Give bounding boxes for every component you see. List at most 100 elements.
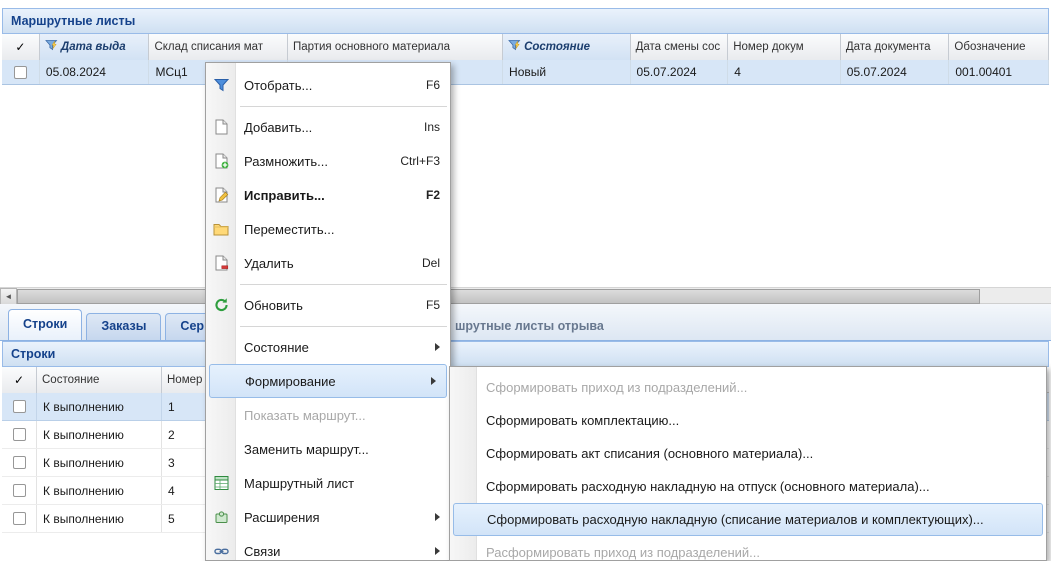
context-menu: Отобрать...F6 Добавить... Ins Размножить...… <box>205 62 451 561</box>
row-checkbox[interactable] <box>14 66 27 79</box>
add-document-icon <box>212 119 230 135</box>
line-cell-check <box>2 477 37 504</box>
app-root: Маршрутные листы ✓Дата выдаСклад списани… <box>0 0 1051 561</box>
column-label: Номер <box>167 374 202 386</box>
horizontal-scrollbar[interactable]: ◄ <box>0 287 1051 304</box>
line-cell-check <box>2 449 37 476</box>
menu-item-duplicate[interactable]: Размножить...Ctrl+F3 <box>206 144 450 178</box>
menu-item-label: Заменить маршрут... <box>244 442 369 457</box>
menu-item-edit[interactable]: Исправить...F2 <box>206 178 450 212</box>
menu-item-state[interactable]: Состояние <box>206 330 450 364</box>
line-cell-col-line-state: К выполнению <box>37 505 162 532</box>
cell-value: 3 <box>168 456 175 470</box>
row-checkbox[interactable] <box>13 484 26 497</box>
menu-item-label: Добавить... <box>244 120 312 135</box>
tab-route-sheets-tear-off-fragment[interactable]: шрутные листы отрыва <box>455 319 604 333</box>
menu-item-label: Формирование <box>245 374 336 389</box>
top-panel-header: Маршрутные листы <box>2 8 1049 34</box>
column-label: Склад списания мат <box>154 41 263 53</box>
row-checkbox[interactable] <box>13 428 26 441</box>
top-grid-header-col-writeoff-warehouse[interactable]: Склад списания мат <box>149 34 287 60</box>
top-grid-header-col-doc-date[interactable]: Дата документа <box>841 34 950 60</box>
cell-value: К выполнению <box>43 428 124 442</box>
submenu-item-form-expense-invoice[interactable]: Сформировать расходную накладную (списан… <box>453 503 1043 536</box>
top-grid-header-col-doc-number[interactable]: Номер докум <box>728 34 841 60</box>
menu-item-filter[interactable]: Отобрать...F6 <box>206 68 450 102</box>
menu-separator <box>206 322 450 330</box>
column-filter-icon <box>508 39 521 55</box>
route-sheet-cell-col-designation: 001.00401 <box>949 60 1049 84</box>
duplicate-document-icon <box>212 153 230 169</box>
menu-item-label: Сформировать приход из подразделений... <box>486 380 747 395</box>
scroll-left-button-icon[interactable]: ◄ <box>0 288 17 305</box>
cell-value: 4 <box>734 65 741 79</box>
menu-item-route-sheet[interactable]: Маршрутный лист <box>206 466 450 500</box>
column-label: ✓ <box>14 373 24 387</box>
submenu-item-unform-receipt-from-divisions: Расформировать приход из подразделений..… <box>450 536 1046 561</box>
route-sheet-row[interactable]: 05.08.2024МСц1Новый05.07.2024405.07.2024… <box>2 60 1049 85</box>
menu-item-formation[interactable]: Формирование <box>209 364 447 398</box>
submenu-arrow-icon <box>435 513 440 521</box>
menu-item-label: Состояние <box>244 340 309 355</box>
menu-item-delete[interactable]: Удалить Del <box>206 246 450 280</box>
menu-item-extensions[interactable]: Расширения <box>206 500 450 534</box>
tab-label: Заказы <box>101 319 146 333</box>
line-cell-col-line-state: К выполнению <box>37 449 162 476</box>
cell-value: 5 <box>168 512 175 526</box>
column-filter-icon <box>45 39 58 55</box>
bottom-grid-header-col-check[interactable]: ✓ <box>2 367 37 393</box>
top-grid-header-col-state-change-date[interactable]: Дата смены сос <box>631 34 729 60</box>
route-sheet-cell-col-check <box>2 60 40 84</box>
tab-orders[interactable]: Заказы <box>86 313 161 340</box>
menu-item-shortcut: F2 <box>426 188 440 202</box>
tab-label: Строки <box>23 317 67 331</box>
column-label: Состояние <box>42 374 99 386</box>
menu-item-links[interactable]: Связи <box>206 534 450 561</box>
menu-item-replace-route[interactable]: Заменить маршрут... <box>206 432 450 466</box>
line-cell-check <box>2 505 37 532</box>
menu-item-label: Расформировать приход из подразделений..… <box>486 545 760 560</box>
tab-lines[interactable]: Строки <box>8 309 82 340</box>
menu-item-add[interactable]: Добавить... Ins <box>206 110 450 144</box>
top-grid-header-col-check[interactable]: ✓ <box>2 34 40 60</box>
row-checkbox[interactable] <box>13 512 26 525</box>
cell-value: 05.07.2024 <box>847 65 907 79</box>
top-grid-header-col-issue-date[interactable]: Дата выда <box>40 34 150 60</box>
scrollbar-thumb[interactable] <box>17 289 980 304</box>
submenu-item-form-writeoff-act[interactable]: Сформировать акт списания (основного мат… <box>450 437 1046 470</box>
bottom-grid-header-col-line-state[interactable]: Состояние <box>37 367 162 393</box>
top-grid-header-col-designation[interactable]: Обозначение <box>949 34 1049 60</box>
column-label: Номер докум <box>733 41 803 53</box>
line-cell-check <box>2 421 37 448</box>
menu-item-label: Удалить <box>244 256 294 271</box>
top-grid-header-col-state[interactable]: Состояние <box>503 34 631 60</box>
route-sheet-cell-col-issue-date: 05.08.2024 <box>40 60 150 84</box>
menu-item-label: Переместить... <box>244 222 334 237</box>
row-checkbox[interactable] <box>13 456 26 469</box>
submenu-item-form-kitting[interactable]: Сформировать комплектацию... <box>450 404 1046 437</box>
column-label: Дата смены сос <box>636 41 721 53</box>
cell-value: Новый <box>509 65 546 79</box>
menu-item-label: Расширения <box>244 510 320 525</box>
top-grid-header-col-main-material-batch[interactable]: Партия основного материала <box>288 34 503 60</box>
line-cell-check <box>2 393 37 420</box>
column-label: Состояние <box>524 41 590 53</box>
column-label: Партия основного материала <box>293 41 450 53</box>
route-sheet-icon <box>212 476 230 491</box>
menu-item-move[interactable]: Переместить... <box>206 212 450 246</box>
menu-item-refresh[interactable]: ОбновитьF5 <box>206 288 450 322</box>
route-sheet-cell-col-doc-number: 4 <box>728 60 841 84</box>
column-label: Обозначение <box>954 41 1025 53</box>
menu-item-shortcut: Ins <box>424 120 440 134</box>
menu-item-label: Отобрать... <box>244 78 312 93</box>
column-label: Дата документа <box>846 41 931 53</box>
menu-item-label: Сформировать комплектацию... <box>486 413 679 428</box>
submenu-item-form-issue-invoice[interactable]: Сформировать расходную накладную на отпу… <box>450 470 1046 503</box>
menu-item-label: Обновить <box>244 298 303 313</box>
route-sheet-cell-col-doc-date: 05.07.2024 <box>841 60 950 84</box>
menu-item-shortcut: Del <box>422 256 440 270</box>
menu-separator <box>206 102 450 110</box>
cell-value: К выполнению <box>43 456 124 470</box>
row-checkbox[interactable] <box>13 400 26 413</box>
tab-label: Сер <box>180 319 204 333</box>
